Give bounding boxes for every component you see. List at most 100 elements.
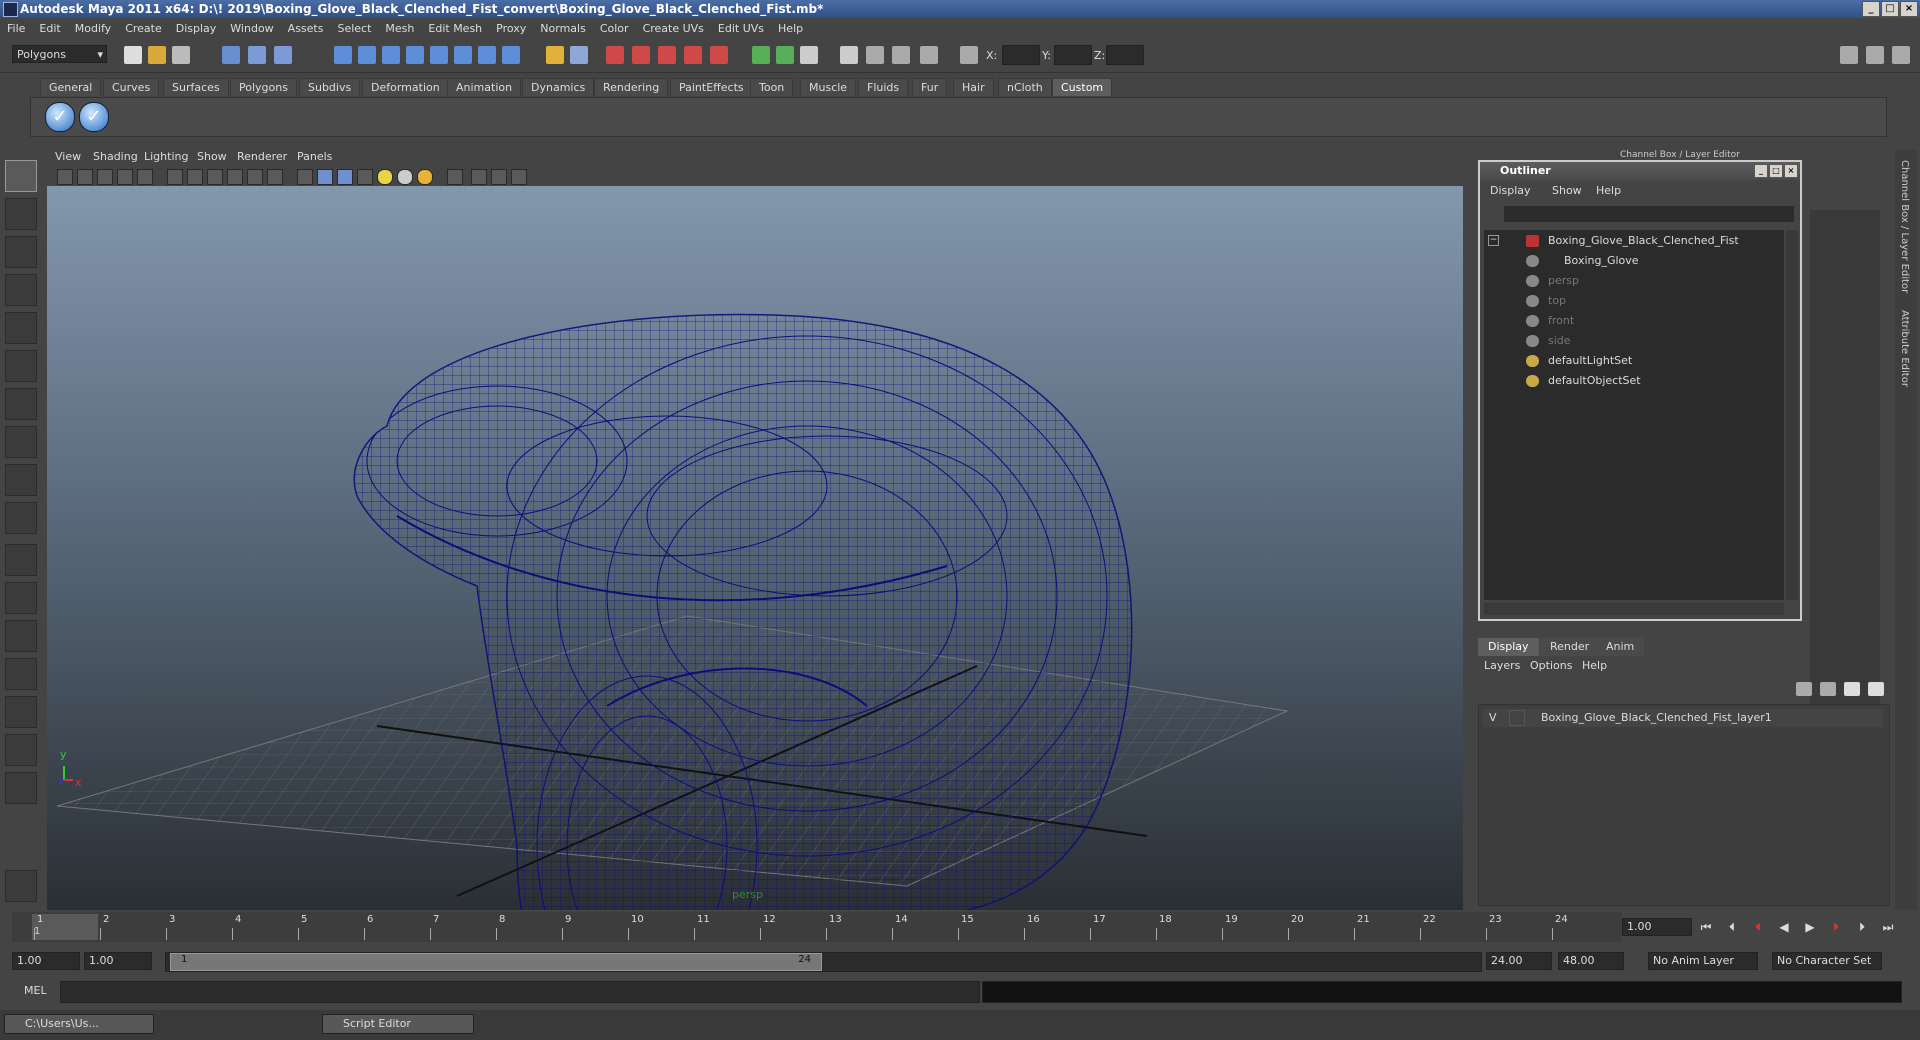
viewport-menu-panels[interactable]: Panels <box>297 150 332 163</box>
tool-settings-icon[interactable] <box>840 46 858 64</box>
menu-file[interactable]: File <box>0 22 32 35</box>
move-up-icon[interactable] <box>1844 682 1860 696</box>
outliner-filter-field[interactable] <box>1504 206 1794 222</box>
shelf-tab-general[interactable]: General <box>40 78 102 96</box>
step-back-icon[interactable]: ⏴ <box>1722 918 1742 936</box>
expand-icon[interactable] <box>5 772 37 804</box>
layer-tab-render[interactable]: Render <box>1540 638 1600 656</box>
outliner-layout-icon[interactable] <box>5 620 37 652</box>
layer-tab-anim[interactable]: Anim <box>1596 638 1645 656</box>
xray-icon[interactable] <box>471 169 487 185</box>
layer-row[interactable]: V Boxing_Glove_Black_Clenched_Fist_layer… <box>1483 709 1883 727</box>
channel-box-side-tab[interactable]: Channel Box / Layer Editor <box>1899 160 1910 293</box>
single-pane-layout-icon[interactable] <box>5 544 37 576</box>
viewport-menu-view[interactable]: View <box>55 150 81 163</box>
snap-curve-icon[interactable] <box>358 46 376 64</box>
list-item[interactable]: − Boxing_Glove_Black_Clenched_Fist <box>1484 232 1784 250</box>
history-icon[interactable] <box>454 46 472 64</box>
last-tool-icon[interactable] <box>5 502 37 534</box>
menu-mesh[interactable]: Mesh <box>378 22 421 35</box>
modeling-toolkit-icon[interactable] <box>866 46 884 64</box>
attribute-editor-icon[interactable] <box>800 46 818 64</box>
absolute-transform-icon[interactable] <box>960 46 978 64</box>
snap-icon[interactable] <box>920 46 938 64</box>
gate-mask-icon[interactable] <box>207 169 223 185</box>
menu-edit-mesh[interactable]: Edit Mesh <box>421 22 489 35</box>
playback-start-field[interactable]: 1.00 <box>84 952 152 970</box>
layer-menu-layers[interactable]: Layers <box>1484 659 1520 672</box>
menu-create-uvs[interactable]: Create UVs <box>636 22 711 35</box>
maximize-button[interactable]: □ <box>1881 1 1899 17</box>
collapse-icon[interactable]: − <box>1488 235 1499 246</box>
shelf-tab-fur[interactable]: Fur <box>912 78 948 96</box>
menu-edit-uvs[interactable]: Edit UVs <box>711 22 771 35</box>
menu-modify[interactable]: Modify <box>68 22 118 35</box>
list-item[interactable]: defaultObjectSet <box>1484 372 1784 390</box>
z-field[interactable] <box>1106 45 1144 65</box>
hypershade-icon[interactable] <box>684 46 702 64</box>
four-pane-layout-icon[interactable] <box>5 582 37 614</box>
layer-menu-options[interactable]: Options <box>1530 659 1572 672</box>
shelf-tab-hair[interactable]: Hair <box>953 78 994 96</box>
lasso-tool-icon[interactable] <box>5 198 37 230</box>
shelf-tab-custom[interactable]: Custom <box>1052 78 1113 96</box>
menu-help[interactable]: Help <box>771 22 810 35</box>
minimize-button[interactable]: _ <box>1754 164 1768 178</box>
render-current-icon[interactable] <box>606 46 624 64</box>
paint-tool-icon[interactable] <box>892 46 910 64</box>
outliner-menu-show[interactable]: Show <box>1552 184 1582 197</box>
viewport-menu-shading[interactable]: Shading <box>93 150 138 163</box>
time-slider[interactable]: 1 1 2 3 4 5 6 7 8 9 10 11 12 13 14 15 16 17 18 19 20 21 22 23 2… <box>12 912 1622 942</box>
list-item[interactable]: persp <box>1484 272 1784 290</box>
new-scene-icon[interactable] <box>124 46 142 64</box>
shelf-tab-surfaces[interactable]: Surfaces <box>163 78 229 96</box>
list-item[interactable]: front <box>1484 312 1784 330</box>
viewport-menu-show[interactable]: Show <box>197 150 227 163</box>
go-to-end-icon[interactable]: ⏭ <box>1878 918 1898 936</box>
python-icon[interactable] <box>5 870 37 902</box>
grid-icon[interactable] <box>137 169 153 185</box>
play-forward-icon[interactable]: ▶ <box>1800 918 1820 936</box>
shelf-tab-toon[interactable]: Toon <box>750 78 794 96</box>
hypershade-layout-icon[interactable] <box>5 696 37 728</box>
shelf-tab-muscle[interactable]: Muscle <box>800 78 857 96</box>
safe-action-icon[interactable] <box>247 169 263 185</box>
list-item[interactable]: defaultLightSet <box>1484 352 1784 370</box>
menu-display[interactable]: Display <box>169 22 224 35</box>
show-channel-box-icon[interactable] <box>776 46 794 64</box>
camera-attributes-icon[interactable] <box>77 169 93 185</box>
manipulator-tool-icon[interactable] <box>5 388 37 420</box>
bookmark-icon[interactable] <box>97 169 113 185</box>
lock-icon[interactable] <box>546 46 564 64</box>
shelf-tab-fluids[interactable]: Fluids <box>858 78 909 96</box>
wireframe-on-shaded-icon[interactable] <box>337 169 353 185</box>
snap-point-icon[interactable] <box>382 46 400 64</box>
menu-edit[interactable]: Edit <box>32 22 67 35</box>
range-slider-handle[interactable]: 1 24 <box>170 953 822 971</box>
snap-view-plane-icon[interactable] <box>406 46 424 64</box>
outliner-menu-help[interactable]: Help <box>1596 184 1621 197</box>
film-gate-icon[interactable] <box>167 169 183 185</box>
checkmark-icon[interactable]: ✓ <box>45 102 75 132</box>
menu-create[interactable]: Create <box>118 22 169 35</box>
move-tool-icon[interactable] <box>5 274 37 306</box>
show-manipulator-icon[interactable] <box>5 464 37 496</box>
shadows-icon[interactable] <box>417 169 433 185</box>
step-back-key-icon[interactable]: ⏴ <box>1748 918 1768 936</box>
shelf-tab-subdivs[interactable]: Subdivs <box>299 78 361 96</box>
menu-proxy[interactable]: Proxy <box>489 22 533 35</box>
anim-layer-dropdown[interactable]: No Anim Layer <box>1648 952 1758 970</box>
minimized-script-editor[interactable]: Script Editor <box>322 1014 474 1034</box>
select-tool-icon[interactable] <box>5 160 37 192</box>
play-backward-icon[interactable]: ◀ <box>1774 918 1794 936</box>
viewport-menu-renderer[interactable]: Renderer <box>237 150 287 163</box>
mel-command-input[interactable] <box>60 981 980 1003</box>
playback-end-field[interactable]: 24.00 <box>1486 952 1552 970</box>
toggle-sidebar-icon[interactable] <box>1840 46 1858 64</box>
snap-grid-icon[interactable] <box>334 46 352 64</box>
safe-title-icon[interactable] <box>267 169 283 185</box>
menu-normals[interactable]: Normals <box>533 22 593 35</box>
list-item[interactable]: Boxing_Glove <box>1484 252 1784 270</box>
x-field[interactable] <box>1002 45 1040 65</box>
new-layer-icon[interactable] <box>1796 682 1812 696</box>
